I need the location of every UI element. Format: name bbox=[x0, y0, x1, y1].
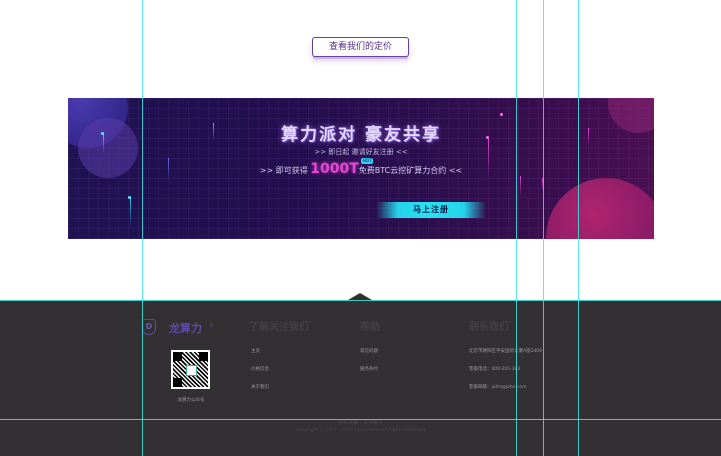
banner-offer: >> 即可获得 1000T HOT 免费BTC云挖矿算力合约 << bbox=[68, 158, 654, 177]
guide-line bbox=[142, 0, 143, 456]
contact-email[interactable]: 客服邮箱：john@john.com bbox=[469, 384, 526, 390]
footer-link-home[interactable]: 主页 bbox=[251, 348, 260, 354]
registered-mark: ® bbox=[209, 323, 214, 329]
offer-suffix-wrap: HOT 免费BTC云挖矿算力合约 << bbox=[358, 158, 463, 176]
sparkle-dot bbox=[128, 196, 131, 199]
offer-amount: 1000T bbox=[310, 161, 359, 177]
qr-caption: 龙算力公众号 bbox=[177, 398, 205, 403]
footer-link-pricing[interactable]: 价格信息 bbox=[251, 366, 269, 372]
guide-line bbox=[543, 0, 544, 456]
register-now-button[interactable]: 马上注册 bbox=[376, 202, 486, 218]
banner-subtitle: >> 即日起 邀请好友注册 << bbox=[314, 148, 408, 156]
guide-line bbox=[516, 0, 517, 456]
guide-line bbox=[0, 419, 721, 420]
banner-title: 算力派对 豪友共享 bbox=[281, 125, 441, 145]
guide-line bbox=[0, 300, 721, 301]
back-to-top-notch[interactable] bbox=[348, 293, 372, 300]
light-streak bbox=[130, 198, 131, 228]
qr-code-icon bbox=[173, 352, 208, 387]
guide-line bbox=[578, 0, 579, 456]
wechat-qr-code bbox=[171, 350, 210, 389]
light-streak bbox=[520, 176, 521, 196]
offer-suffix: 免费BTC云挖矿算力合约 << bbox=[358, 166, 463, 175]
footer-link-terms[interactable]: 服务条约 bbox=[360, 366, 378, 372]
follow-column-title: 了解关注我们 bbox=[249, 322, 309, 333]
footer: D 龙算力 ® 龙算力公众号 了解关注我们 主页 价格信息 关于我们 帮助 常见… bbox=[0, 300, 721, 456]
contact-column-title: 联系我们 bbox=[469, 322, 509, 333]
contact-phone: 客服电话：400-201-302 bbox=[469, 367, 521, 372]
sparkle-dot bbox=[500, 113, 503, 116]
footer-link-faq[interactable]: 常见问题 bbox=[360, 348, 378, 354]
footer-bottom-links[interactable]: 隐私政策 | 服务条款 bbox=[0, 419, 721, 426]
contact-address: 北京市朝阳区平安国际大厦A座2409 bbox=[469, 349, 543, 354]
footer-link-about[interactable]: 关于我们 bbox=[251, 384, 269, 390]
page: 查看我们的定价 算力派对 豪友共享 >> 即日起 邀请好友注册 << >> 即可… bbox=[0, 0, 721, 456]
help-column-title: 帮助 bbox=[360, 322, 380, 333]
copyright-text: Copyright © 2017 – 2018 Jusanswhe. All R… bbox=[295, 428, 425, 433]
offer-prefix: >> 即可获得 bbox=[259, 166, 308, 175]
shield-logo-icon: D bbox=[142, 319, 156, 335]
logo-text: 龙算力 bbox=[169, 322, 202, 335]
view-pricing-button[interactable]: 查看我们的定价 bbox=[312, 37, 409, 57]
promo-banner: 算力派对 豪友共享 >> 即日起 邀请好友注册 << >> 即可获得 1000T… bbox=[68, 98, 654, 239]
hot-badge: HOT bbox=[360, 158, 374, 164]
footer-logo[interactable]: D 龙算力 ® bbox=[142, 319, 222, 335]
